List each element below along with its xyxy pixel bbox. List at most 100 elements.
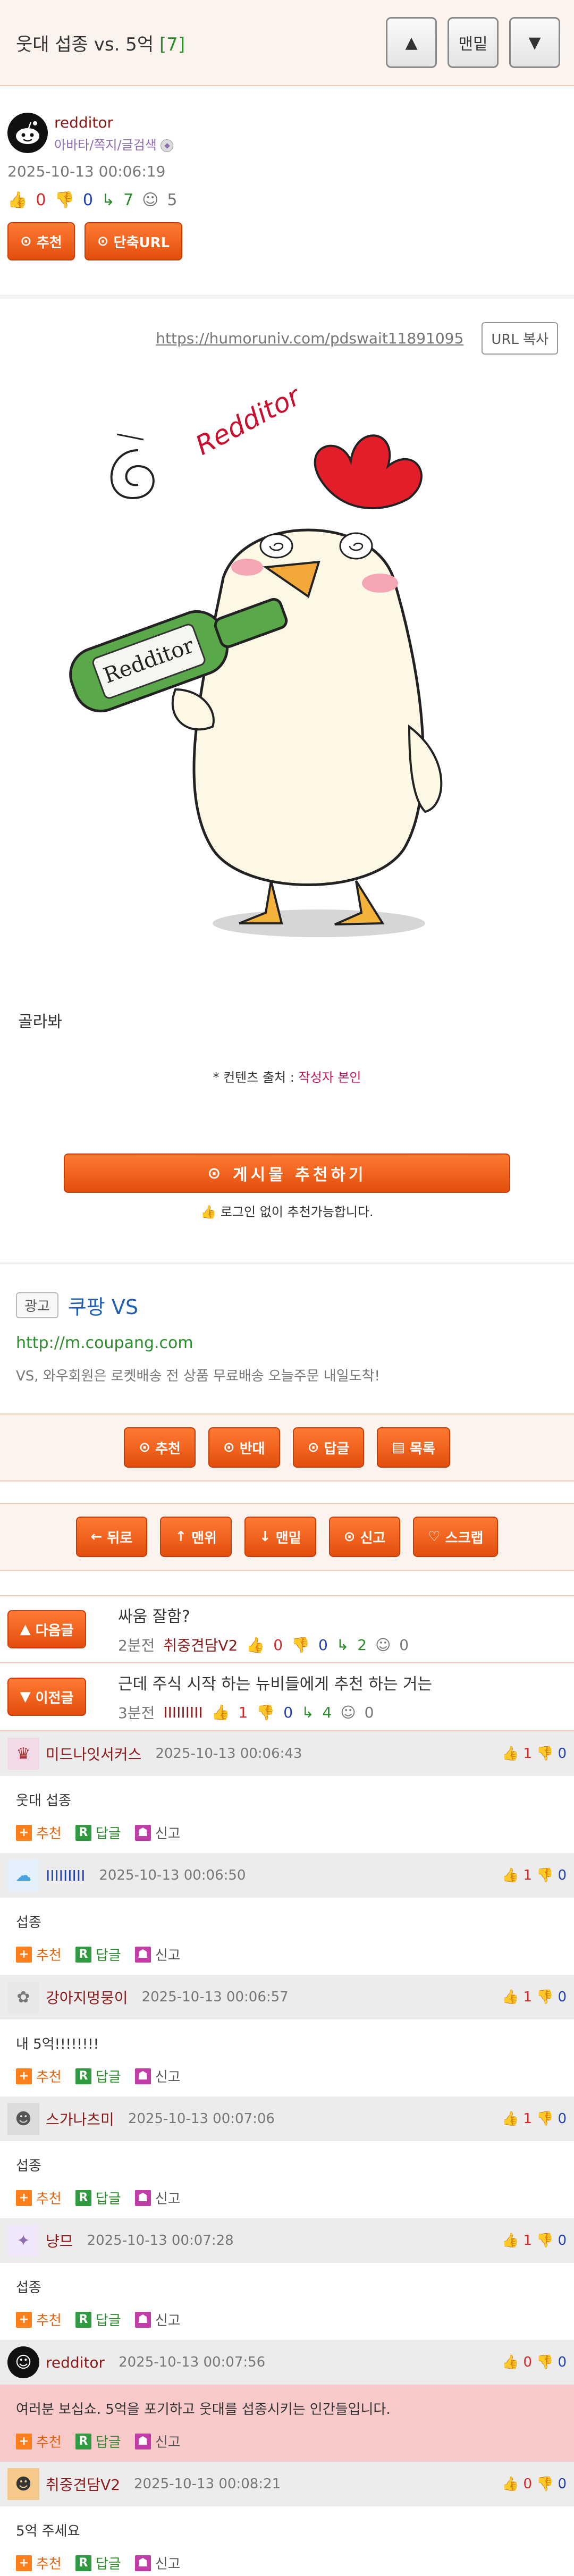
go-top-button[interactable]: ↑ 맨위 <box>160 1517 232 1557</box>
author-links-label[interactable]: 아바타/쪽지/글검색 <box>54 138 157 153</box>
list-action-button[interactable]: ▤ 목록 <box>377 1427 450 1468</box>
recommend-icon: ⊙ <box>207 1164 233 1183</box>
next-post-meta: 2분전 취중견담V2 👍 0 👎 0 ↳ 2 ☺ 0 <box>118 1634 409 1655</box>
post-url-link[interactable]: https://humoruniv.com/pdswait11891095 <box>156 330 463 347</box>
commenter-nickname[interactable]: redditor <box>46 2354 105 2371</box>
comment-down-count: 0 <box>558 1989 567 2005</box>
comment-reply-button[interactable]: R 답글 <box>75 2310 121 2329</box>
comment-recommend-button[interactable]: + 추천 <box>16 2553 62 2573</box>
source-prefix: * 컨텐츠 출처 : <box>213 1070 294 1085</box>
comment-report-button[interactable]: ☗ 신고 <box>134 2310 181 2329</box>
comment-reply-button[interactable]: R 답글 <box>75 2188 121 2208</box>
nav-up-count: 0 <box>273 1636 283 1654</box>
go-bottom-button[interactable]: ↓ 맨밑 <box>244 1517 316 1557</box>
comment-reply-button[interactable]: R 답글 <box>75 2431 121 2451</box>
comment-item: ✿ 강아지멍뭉이 2025-10-13 00:06:57 👍 1 👎 0 내 5억!… <box>0 1975 574 2097</box>
down-count: 0 <box>82 191 93 209</box>
comment-report-button[interactable]: ☗ 신고 <box>134 1823 181 1842</box>
post-author-section: redditor 아바타/쪽지/글검색 ◆ 2025-10-13 00:06:1… <box>0 86 574 260</box>
comment-action-label: 답글 <box>95 1826 121 1842</box>
scrap-button[interactable]: ♡ 스크랩 <box>413 1517 499 1557</box>
prev-post-title[interactable]: 근데 주식 시작 하는 뉴비들에게 추천 하는 거는 <box>118 1671 432 1694</box>
post-caption: 골라봐 <box>18 1013 62 1031</box>
arrow-left-icon: ← <box>90 1529 107 1545</box>
ad-url[interactable]: http://m.coupang.com <box>16 1334 558 1352</box>
comment-recommend-button[interactable]: + 추천 <box>16 2310 62 2329</box>
oppose-icon: ⊙ <box>223 1439 240 1455</box>
comment-action-label: 신고 <box>155 1826 181 1842</box>
oppose-action-button[interactable]: ⊙ 반대 <box>208 1427 280 1468</box>
comment-action-label: 답글 <box>95 2069 121 2085</box>
scroll-bottom-button[interactable]: 맨밑 <box>448 17 499 68</box>
commenter-nickname[interactable]: 강아지멍뭉이 <box>46 1986 128 2008</box>
comment-recommend-button[interactable]: + 추천 <box>16 1823 62 1842</box>
comment-report-button[interactable]: ☗ 신고 <box>134 2188 181 2208</box>
thumbs-down-icon: 👎 <box>536 2476 554 2492</box>
next-post-button[interactable]: ▲ 다음글 <box>7 1610 86 1648</box>
recommend-action-button[interactable]: ⊙ 추천 <box>124 1427 196 1468</box>
comment-report-button[interactable]: ☗ 신고 <box>134 2431 181 2451</box>
arrow-down-icon: ↓ <box>259 1529 276 1545</box>
commenter-avatar[interactable]: ☁ <box>7 1859 39 1891</box>
comment-report-button[interactable]: ☗ 신고 <box>134 1944 181 1964</box>
comment-action-label: 신고 <box>155 2556 181 2572</box>
commenter-avatar[interactable]: ✿ <box>7 1981 39 2013</box>
comment-recommend-button[interactable]: + 추천 <box>16 1944 62 1964</box>
comment-actions: + 추천 R 답글 ☗ 신고 <box>0 2300 574 2340</box>
comment-recommend-button[interactable]: + 추천 <box>16 2188 62 2208</box>
comment-up-count: 1 <box>523 1989 533 2005</box>
comment-report-button[interactable]: ☗ 신고 <box>134 2066 181 2086</box>
reply-icon: R <box>75 1946 91 1963</box>
commenter-nickname[interactable]: 스가나츠미 <box>46 2108 114 2129</box>
commenter-nickname[interactable]: 냥므 <box>46 2230 73 2251</box>
reply-action-button[interactable]: ⊙ 답글 <box>292 1427 365 1468</box>
comment-reply-button[interactable]: R 답글 <box>75 2553 121 2573</box>
next-post-title[interactable]: 싸움 잘함? <box>118 1603 409 1627</box>
comment-reply-button[interactable]: R 답글 <box>75 1823 121 1842</box>
avatar[interactable] <box>7 113 48 153</box>
back-button[interactable]: ← 뒤로 <box>75 1517 148 1557</box>
comment-date: 2025-10-13 00:08:21 <box>134 2476 281 2492</box>
commenter-avatar[interactable]: ☺ <box>7 2346 39 2378</box>
ad-section[interactable]: 광고 쿠팡 VS http://m.coupang.com VS, 와우회원은 … <box>0 1264 574 1385</box>
author-name[interactable]: redditor <box>54 114 173 131</box>
commenter-avatar[interactable]: ☻ <box>7 2103 39 2135</box>
nav-down-count: 0 <box>283 1703 293 1721</box>
commenter-nickname[interactable]: 미드나잇서커스 <box>46 1743 141 1764</box>
comment-report-button[interactable]: ☗ 신고 <box>134 2553 181 2573</box>
action-label: 맨밑 <box>275 1530 301 1546</box>
ad-title[interactable]: 쿠팡 VS <box>68 1291 138 1320</box>
commenter-nickname[interactable]: 취중견담V2 <box>46 2473 120 2495</box>
report-button[interactable]: ⊙ 신고 <box>328 1517 401 1557</box>
nav-up-count: 1 <box>238 1703 248 1721</box>
recommend-button[interactable]: ⊙ 추천 <box>7 222 75 260</box>
short-url-button[interactable]: ⊙ 단축URL <box>84 222 183 260</box>
commenter-avatar[interactable]: ♛ <box>7 1738 39 1770</box>
nav-comments-count: 0 <box>364 1703 374 1721</box>
report-icon: ☗ <box>134 2068 151 2084</box>
comment-recommend-button[interactable]: + 추천 <box>16 2066 62 2086</box>
comment-recommend-button[interactable]: + 추천 <box>16 2431 62 2451</box>
prev-post-button[interactable]: ▼ 이전글 <box>7 1678 86 1716</box>
next-post-row[interactable]: ▲ 다음글 싸움 잘함? 2분전 취중견담V2 👍 0 👎 0 ↳ 2 ☺ 0 <box>0 1595 574 1663</box>
author-links[interactable]: 아바타/쪽지/글검색 ◆ <box>54 134 174 153</box>
prev-post-row[interactable]: ▼ 이전글 근데 주식 시작 하는 뉴비들에게 추천 하는 거는 3분전 III… <box>0 1663 574 1731</box>
commenter-avatar[interactable]: ☻ <box>7 2468 39 2500</box>
commenter-avatar[interactable]: ✦ <box>7 2225 39 2257</box>
commenter-nickname[interactable]: IIIIIIIII <box>46 1867 85 1884</box>
nav-nickname: IIIIIIIII <box>163 1703 203 1721</box>
post-recommend-button[interactable]: ⊙ 게시물 추천하기 <box>64 1154 510 1193</box>
comment-header: ☺ redditor 2025-10-13 00:07:56 👍 0 👎 0 <box>0 2340 574 2385</box>
scroll-up-button[interactable]: ▲ <box>386 17 437 68</box>
comment-down-count: 0 <box>558 2111 567 2127</box>
scroll-down-button[interactable]: ▼ <box>509 17 560 68</box>
views-icon: ↳ <box>336 1636 349 1654</box>
comment-reply-button[interactable]: R 답글 <box>75 1944 121 1964</box>
comment-action-label: 추천 <box>36 2556 62 2572</box>
recommend-icon: ⊙ <box>139 1439 156 1455</box>
url-copy-button[interactable]: URL 복사 <box>482 322 558 355</box>
plus-icon: + <box>16 2068 32 2084</box>
recommend-label: 추천 <box>36 234 62 251</box>
comment-item: ☁ IIIIIIIII 2025-10-13 00:06:50 👍 1 👎 0 섭종… <box>0 1853 574 1975</box>
comment-reply-button[interactable]: R 답글 <box>75 2066 121 2086</box>
